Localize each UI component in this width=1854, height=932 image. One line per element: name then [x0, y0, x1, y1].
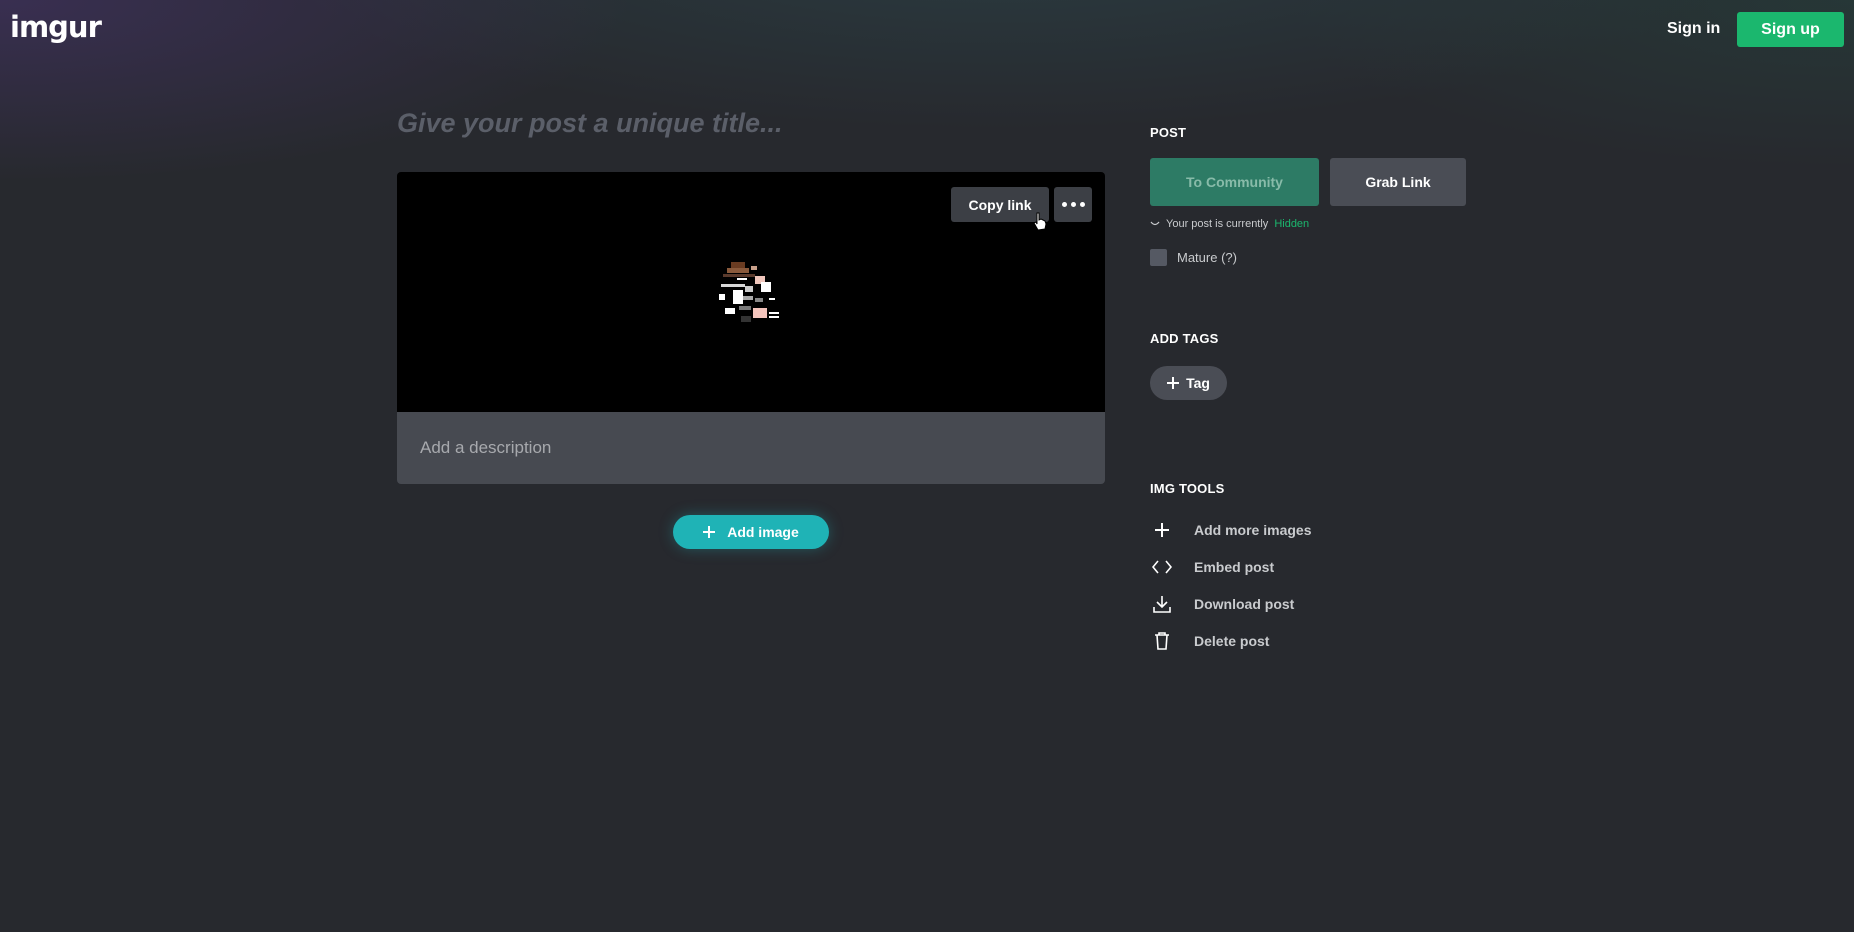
add-image-button[interactable]: Add image: [673, 515, 829, 549]
dot-icon: [1061, 202, 1067, 207]
description-field[interactable]: Add a description: [397, 412, 1105, 484]
plus-icon: [1167, 377, 1180, 389]
embed-post-tool[interactable]: Embed post: [1150, 555, 1274, 579]
post-section-label: POST: [1150, 125, 1187, 140]
dot-icon: [1079, 202, 1085, 207]
add-tag-button[interactable]: Tag: [1150, 366, 1227, 400]
to-community-button[interactable]: To Community: [1150, 158, 1319, 206]
image-preview: Copy link: [397, 172, 1105, 412]
add-tags-section-label: ADD TAGS: [1150, 331, 1219, 346]
dot-icon: [1070, 202, 1076, 207]
logo-text: imgur: [10, 10, 102, 44]
sign-in-link[interactable]: Sign in: [1667, 20, 1720, 38]
description-placeholder: Add a description: [420, 438, 552, 457]
img-tools-section-label: IMG TOOLS: [1150, 481, 1225, 496]
mature-checkbox[interactable]: [1150, 249, 1167, 266]
delete-post-tool[interactable]: Delete post: [1150, 629, 1269, 653]
trash-icon: [1150, 629, 1174, 653]
tool-label: Delete post: [1194, 633, 1270, 649]
more-options-button[interactable]: [1054, 187, 1092, 222]
mature-label: Mature (?): [1177, 250, 1237, 265]
code-icon: [1150, 555, 1174, 579]
post-visibility-status: Your post is currently Hidden: [1150, 218, 1309, 230]
imgur-logo[interactable]: imgur: [10, 10, 102, 44]
grab-link-button[interactable]: Grab Link: [1330, 158, 1466, 206]
sign-up-button[interactable]: Sign up: [1737, 12, 1844, 47]
post-title-input[interactable]: [397, 100, 1097, 146]
status-prefix: Your post is currently: [1166, 218, 1269, 230]
hand-cursor-icon: [1033, 212, 1047, 231]
add-more-images-tool[interactable]: Add more images: [1150, 518, 1311, 542]
tag-button-label: Tag: [1186, 375, 1210, 391]
status-value: Hidden: [1274, 218, 1310, 230]
tool-label: Embed post: [1194, 559, 1275, 575]
add-image-label: Add image: [727, 524, 799, 540]
plus-icon: [1150, 518, 1174, 542]
tool-label: Download post: [1194, 596, 1295, 612]
tool-label: Add more images: [1194, 522, 1312, 538]
download-post-tool[interactable]: Download post: [1150, 592, 1294, 616]
hidden-eye-icon: [1150, 221, 1160, 226]
plus-icon: [703, 526, 716, 538]
download-icon: [1150, 592, 1174, 616]
mature-option[interactable]: Mature (?): [1150, 249, 1237, 266]
uploaded-image-thumbnail: [719, 262, 779, 322]
